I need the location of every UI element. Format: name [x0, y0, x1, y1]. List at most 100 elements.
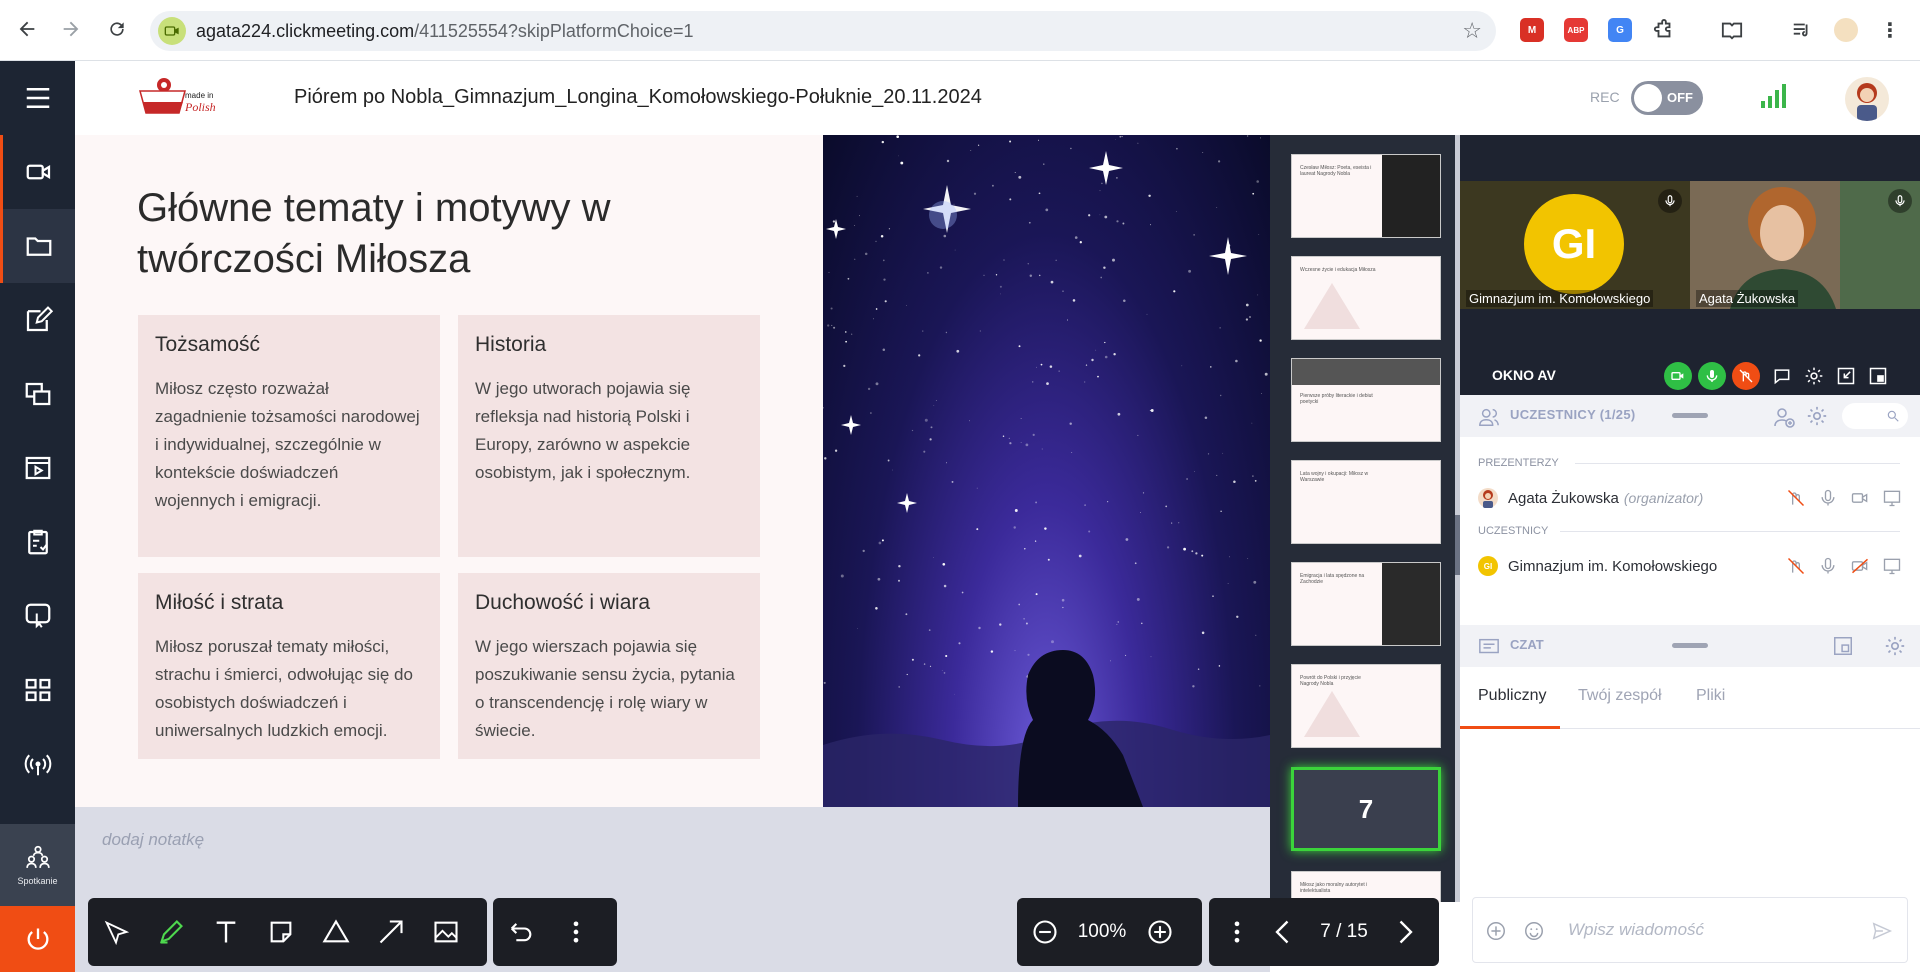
browser-menu-icon[interactable]: ⋮ [1878, 18, 1902, 42]
sidebar-item-edit[interactable] [0, 283, 75, 357]
screen-icon[interactable] [1881, 555, 1903, 577]
sticky-note-tool-button[interactable] [253, 898, 308, 966]
undo-toolbar [493, 898, 617, 966]
slide-thumbnail-7[interactable]: 7 [1291, 767, 1441, 851]
microphone-toggle-button[interactable] [1698, 362, 1726, 390]
participant-controls [1785, 487, 1903, 509]
camera-toggle-button[interactable] [1664, 362, 1692, 390]
gmail-extension-icon[interactable]: M [1520, 18, 1544, 42]
previous-slide-button[interactable] [1264, 898, 1304, 966]
chat-drag-handle[interactable] [1672, 643, 1708, 648]
participants-search-input[interactable] [1842, 403, 1908, 429]
screen-icon[interactable] [1881, 487, 1903, 509]
text-tool-button[interactable] [198, 898, 253, 966]
undo-button[interactable] [493, 898, 548, 966]
video-tile-agata[interactable]: Agata Żukowska [1690, 181, 1920, 309]
sidebar-item-video[interactable] [0, 135, 75, 209]
sidebar-item-screenshare[interactable] [0, 357, 75, 431]
participant-row-gimnazjum[interactable]: GI Gimnazjum im. Komołowskiego [1478, 551, 1903, 581]
image-tool-button[interactable] [418, 898, 473, 966]
slide-thumbnail-3[interactable]: Pierwsze próby literackie i debiut poety… [1291, 358, 1441, 442]
sidebar-item-apps[interactable] [0, 653, 75, 727]
leave-meeting-button[interactable] [0, 906, 75, 972]
tile-name: Gimnazjum im. Komołowskiego [1466, 290, 1654, 307]
address-bar[interactable]: agata224.clickmeeting.com/411525554?skip… [150, 11, 1496, 51]
section-divider [1575, 463, 1900, 464]
sidebar-item-meeting[interactable]: Spotkanie [0, 824, 75, 906]
reading-list-icon[interactable] [1720, 18, 1744, 42]
thumbnail-title: Emigracja i lata spędzone na Zachodzie [1300, 573, 1365, 585]
thumbnail-title: Powrót do Polski i przyjęcie Nagrody Nob… [1300, 675, 1361, 687]
av-window: GI Gimnazjum im. Komołowskiego Agata Żuk… [1460, 135, 1920, 395]
adblock-icon[interactable]: ABP [1564, 18, 1588, 42]
google-translate-icon[interactable]: G [1608, 18, 1632, 42]
chat-bubble-button[interactable] [1768, 362, 1796, 390]
video-camera-icon[interactable] [1849, 487, 1871, 509]
participants-title: UCZESTNICY (1/25) [1510, 407, 1636, 422]
user-avatar[interactable] [1845, 77, 1889, 121]
recording-toggle[interactable]: OFF [1631, 81, 1703, 115]
microphone-icon[interactable] [1817, 487, 1839, 509]
tab-your-team[interactable]: Twój zespół [1578, 687, 1662, 705]
back-arrow-icon[interactable] [12, 14, 42, 44]
add-participant-icon[interactable] [1772, 405, 1796, 429]
reload-icon[interactable] [102, 14, 132, 44]
chat-settings-icon[interactable] [1884, 635, 1906, 657]
card-heading: Tożsamość [155, 333, 261, 356]
participants-header[interactable]: UCZESTNICY (1/25) [1460, 395, 1920, 437]
chat-placeholder: Wpisz wiadomość [1568, 920, 1705, 939]
hand-off-icon[interactable] [1785, 555, 1807, 577]
slide-thumbnail-5[interactable]: Emigracja i lata spędzone na Zachodzie [1291, 562, 1441, 646]
zoom-in-button[interactable] [1132, 898, 1187, 966]
sidebar-item-files[interactable] [0, 209, 75, 283]
slide-options-button[interactable] [1209, 898, 1264, 966]
slide-thumbnail-6[interactable]: Powrót do Polski i przyjęcie Nagrody Nob… [1291, 664, 1441, 748]
media-control-icon[interactable] [1790, 18, 1814, 42]
sidebar-item-whiteboard[interactable] [0, 579, 75, 653]
next-slide-button[interactable] [1384, 898, 1424, 966]
forward-arrow-icon[interactable] [56, 14, 86, 44]
power-icon [27, 928, 48, 950]
hand-raise-disabled-button[interactable] [1732, 362, 1760, 390]
card-heading: Miłość i strata [155, 591, 284, 614]
chat-header[interactable]: CZAT [1460, 625, 1920, 667]
send-icon[interactable] [1871, 920, 1893, 942]
note-placeholder[interactable]: dodaj notatkę [102, 830, 204, 850]
card-heading: Duchowość i wiara [475, 591, 651, 614]
hand-off-icon[interactable] [1785, 487, 1807, 509]
chat-bubble-icon [1774, 369, 1790, 385]
av-settings-button[interactable] [1800, 362, 1828, 390]
bookmark-star-icon[interactable]: ☆ [1462, 18, 1482, 44]
pointer-tool-button[interactable] [88, 898, 143, 966]
participants-drag-handle[interactable] [1672, 413, 1708, 418]
shape-tool-button[interactable] [308, 898, 363, 966]
tab-files[interactable]: Pliki [1696, 687, 1725, 705]
hamburger-menu-icon[interactable] [0, 61, 75, 135]
more-tools-button[interactable] [548, 898, 603, 966]
zoom-out-button[interactable] [1017, 898, 1072, 966]
slide-thumbnail-2[interactable]: Wczesne życie i edukacja Miłosza [1291, 256, 1441, 340]
puzzle-extensions-icon[interactable] [1652, 18, 1676, 42]
chat-popout-icon[interactable] [1832, 635, 1854, 657]
video-camera-off-icon[interactable] [1849, 555, 1871, 577]
popout-av-button[interactable] [1864, 362, 1892, 390]
slide-thumbnail-4[interactable]: Lata wojny i okupacji: Miłosz w Warszawi… [1291, 460, 1441, 544]
profile-avatar-icon[interactable] [1834, 18, 1858, 42]
participants-settings-icon[interactable] [1806, 405, 1828, 427]
minimize-av-button[interactable] [1832, 362, 1860, 390]
slide-thumbnail-1[interactable]: Czesław Miłosz: Poeta, eseista i laureat… [1291, 154, 1441, 238]
pen-tool-button[interactable] [143, 898, 198, 966]
microphone-icon[interactable] [1817, 555, 1839, 577]
chat-message-input[interactable]: Wpisz wiadomość [1472, 897, 1908, 963]
arrow-tool-button[interactable] [363, 898, 418, 966]
sidebar-item-video-player[interactable] [0, 431, 75, 505]
emoji-icon[interactable] [1523, 920, 1545, 942]
participant-avatar [1478, 488, 1498, 508]
sidebar-item-broadcast[interactable] [0, 727, 75, 801]
participant-row-agata[interactable]: Agata Żukowska (organizator) [1478, 483, 1903, 513]
video-tile-gimnazjum[interactable]: GI Gimnazjum im. Komołowskiego [1460, 181, 1690, 309]
add-attachment-icon[interactable] [1485, 920, 1507, 942]
tab-public[interactable]: Publiczny [1478, 687, 1546, 705]
hand-pointer-icon [25, 603, 50, 629]
sidebar-item-survey[interactable] [0, 505, 75, 579]
